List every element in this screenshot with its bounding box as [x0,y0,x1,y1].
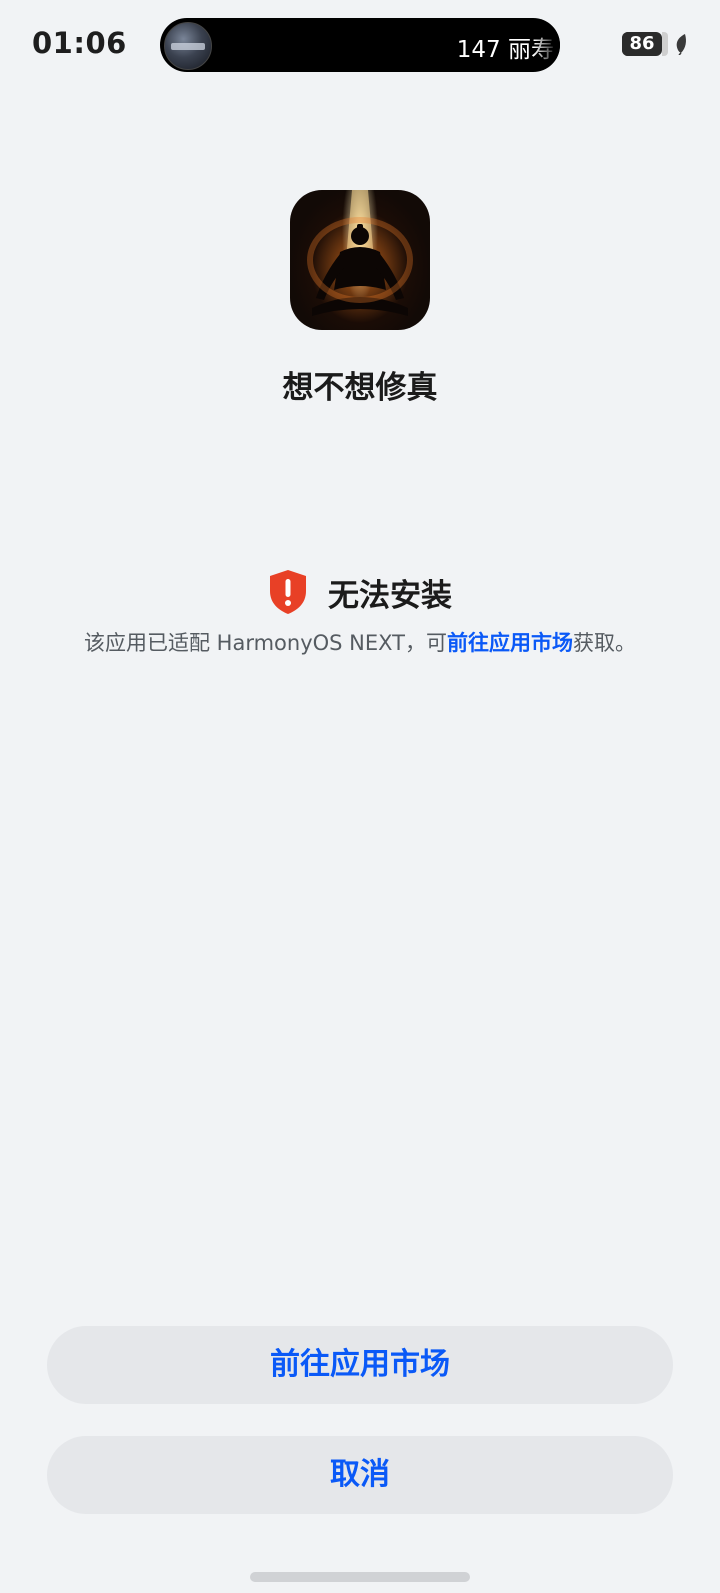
message-suffix: 获取。 [573,631,636,655]
leaf-icon [676,34,686,55]
battery-level: 86 [629,33,655,54]
battery-cap [662,32,668,56]
battery-icon: 86 [622,32,662,56]
app-icon [290,190,430,330]
shield-exclamation-icon [270,570,306,614]
app-name: 想不想修真 [282,370,438,406]
cancel-button[interactable]: 取消 [47,1436,673,1514]
live-activity-thumbnail [164,22,212,70]
live-activity-capsule[interactable]: 147 丽寿 [160,18,560,72]
app-market-link[interactable]: 前往应用市场 [447,631,573,655]
meditating-figure-icon [307,190,413,316]
message-prefix: 该应用已适配 HarmonyOS NEXT，可 [84,631,447,655]
status-time: 01:06 [32,26,127,60]
status-bar: 01:06 147 丽寿 86 [0,0,720,90]
install-status-message: 该应用已适配 HarmonyOS NEXT，可前往应用市场获取。 [0,627,720,657]
go-to-app-market-button[interactable]: 前往应用市场 [47,1326,673,1404]
install-status-header: 无法安装 [0,568,720,616]
install-status-title: 无法安装 [328,577,452,614]
home-indicator[interactable] [250,1572,470,1582]
